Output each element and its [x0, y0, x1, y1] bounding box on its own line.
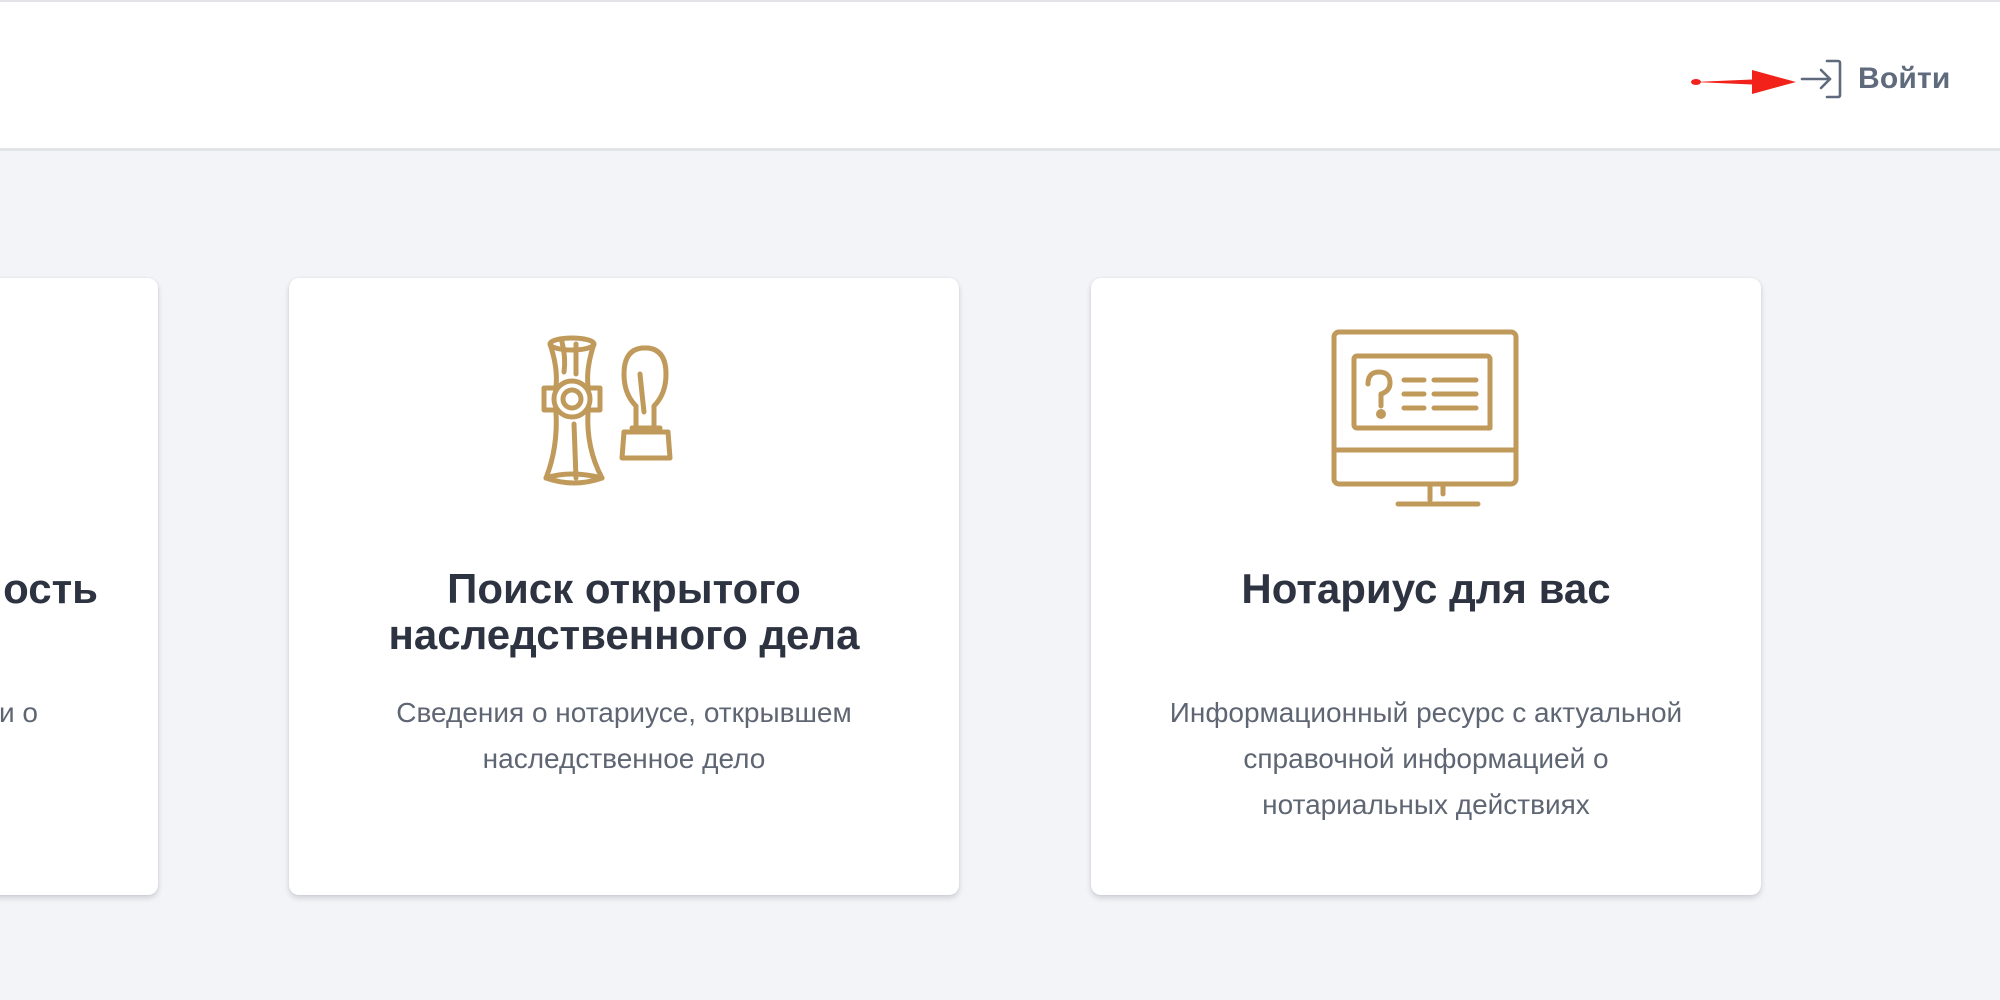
- login-button[interactable]: Войти: [1800, 54, 1951, 104]
- card-description: и о: [0, 690, 38, 736]
- card-title: Поиск открытого наследственного дела: [309, 566, 939, 658]
- notary-for-you-card[interactable]: Нотариус для вас Информационный ресурс с…: [1091, 278, 1761, 895]
- inheritance-case-search-card[interactable]: Поиск открытого наследственного дела Све…: [289, 278, 959, 895]
- service-card-partial[interactable]: ость и о: [0, 278, 158, 895]
- login-label: Войти: [1858, 62, 1951, 96]
- page: Войти ость и о: [0, 0, 2000, 1000]
- login-arrow-icon: [1800, 57, 1844, 101]
- header: Войти: [0, 0, 2000, 151]
- card-title: Нотариус для вас: [1111, 566, 1741, 612]
- scroll-and-stamp-icon: [524, 328, 724, 508]
- annotation-arrow-icon: [1690, 66, 1798, 98]
- card-description: Сведения о нотариусе, открывшем наследст…: [329, 690, 919, 782]
- computer-monitor-icon: [1326, 328, 1526, 508]
- card-description: Информационный ресурс с актуальной справ…: [1131, 690, 1721, 828]
- card-title: ость: [3, 566, 98, 612]
